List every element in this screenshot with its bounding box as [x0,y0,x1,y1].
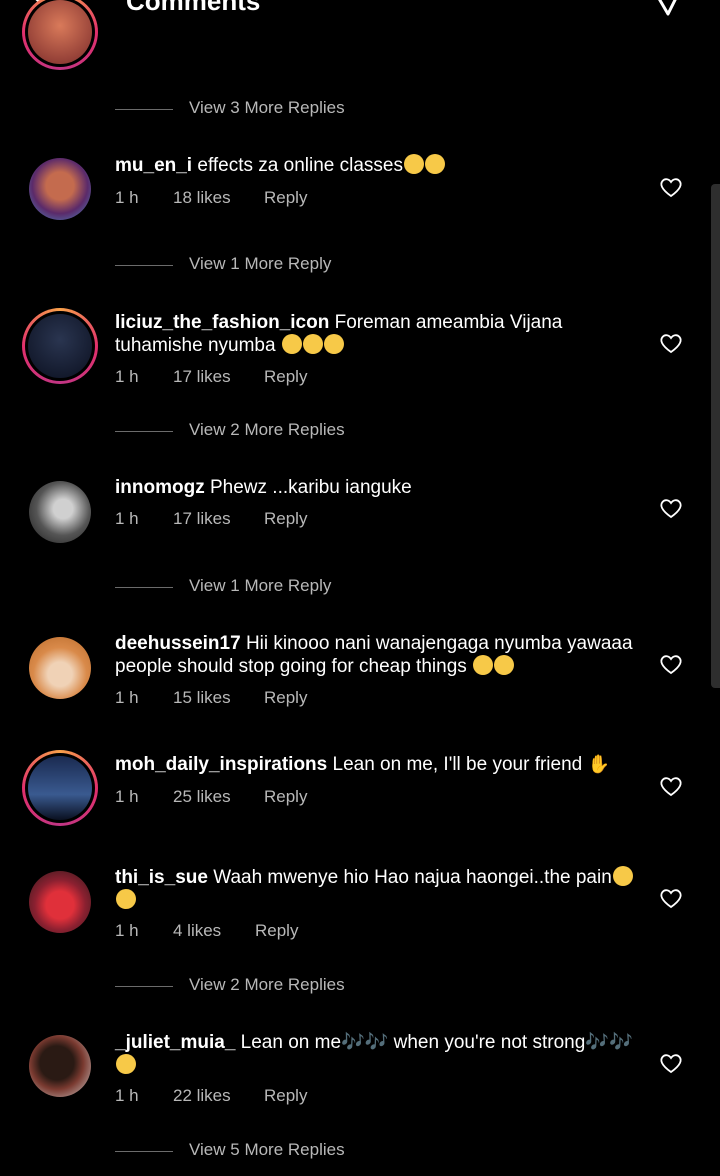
heart-outline-icon[interactable] [659,176,683,198]
likes-count[interactable]: 17 likes [173,509,231,529]
comment-text: moh_daily_inspirations Lean on me, I'll … [115,754,610,775]
heart-outline-icon[interactable] [659,653,683,675]
heart-outline-icon[interactable] [659,775,683,797]
view-more-replies[interactable]: View 1 More Reply [115,576,515,598]
view-more-replies[interactable]: View 3 More Replies [115,98,515,120]
comment-text: _juliet_muia_ Lean on me🎶🎶 when you're n… [115,1031,645,1077]
divider [115,1151,173,1152]
page-title: Comments [126,0,261,16]
reply-button[interactable]: Reply [264,1086,307,1106]
clapping-hands-icon: ✋ [587,754,610,774]
username[interactable]: thi_is_sue [115,867,208,888]
heart-outline-icon[interactable] [659,887,683,909]
laughing-emoji-icon [424,154,445,174]
timestamp: 1 h [115,921,139,940]
comment-text: liciuz_the_fashion_icon Foreman ameambia… [115,312,563,356]
likes-count[interactable]: 25 likes [173,787,231,807]
divider [115,587,173,588]
laughing-emoji-icon [323,334,344,354]
view-more-replies[interactable]: View 1 More Reply [115,254,515,276]
view-more-replies[interactable]: View 2 More Replies [115,420,515,442]
timestamp: 1 h [115,188,139,207]
timestamp: 1 h [115,509,139,528]
likes-count[interactable]: 17 likes [173,367,231,387]
comment-text: mu_en_i effects za online classes [115,154,645,177]
comment-text: deehussein17 Hii kinooo nani wanajengaga… [115,633,633,677]
timestamp: 1 h [115,1086,139,1105]
avatar[interactable] [22,308,98,384]
view-more-replies[interactable]: View 5 More Replies [115,1140,515,1162]
divider [115,431,173,432]
likes-count[interactable]: 22 likes [173,1086,231,1106]
avatar[interactable] [22,0,98,70]
timestamp: 1 h [115,787,139,806]
likes-count[interactable]: 15 likes [173,688,231,708]
crying-emoji-icon [612,866,633,886]
avatar[interactable] [29,871,91,933]
username[interactable]: mu_en_i [115,155,192,176]
crying-emoji-icon [116,889,136,909]
avatar[interactable] [29,637,91,699]
reply-button[interactable]: Reply [264,367,307,387]
username[interactable]: _juliet_muia_ [115,1032,235,1053]
header: Comments [0,0,720,40]
music-notes-icon: 🎶🎶 [585,1032,633,1053]
reply-button[interactable]: Reply [264,509,307,529]
divider [115,986,173,987]
comment-text: innomogz Phewz ...karibu ianguke [115,477,412,498]
avatar[interactable] [29,481,91,543]
music-notes-icon: 🎶🎶 [341,1032,389,1053]
divider [115,109,173,110]
laughing-emoji-icon [302,334,323,354]
username[interactable]: liciuz_the_fashion_icon [115,312,329,333]
crying-emoji-icon [473,655,494,675]
heart-outline-icon[interactable] [659,1052,683,1074]
reply-button[interactable]: Reply [264,688,307,708]
likes-count[interactable]: 18 likes [173,188,231,208]
username[interactable]: innomogz [115,477,205,498]
timestamp: 1 h [115,688,139,707]
avatar[interactable] [29,158,91,220]
reply-button[interactable]: Reply [264,787,307,807]
view-more-replies[interactable]: View 2 More Replies [115,975,515,997]
laughing-emoji-icon [116,1054,136,1074]
username[interactable]: moh_daily_inspirations [115,754,327,775]
heart-outline-icon[interactable] [659,332,683,354]
laughing-emoji-icon [403,154,424,174]
likes-count[interactable]: 4 likes [173,921,221,941]
reply-button[interactable]: Reply [255,921,298,941]
reply-button[interactable]: Reply [264,188,307,208]
avatar[interactable] [29,1035,91,1097]
heart-outline-icon[interactable] [659,497,683,519]
avatar[interactable] [22,750,98,826]
paper-plane-icon[interactable] [650,0,684,20]
laughing-emoji-icon [281,334,302,354]
scrollbar[interactable] [711,184,720,688]
timestamp: 1 h [115,367,139,386]
username[interactable]: deehussein17 [115,633,241,654]
comment-text: thi_is_sue Waah mwenye hio Hao najua hao… [115,866,645,912]
divider [115,265,173,266]
crying-emoji-icon [494,655,515,675]
